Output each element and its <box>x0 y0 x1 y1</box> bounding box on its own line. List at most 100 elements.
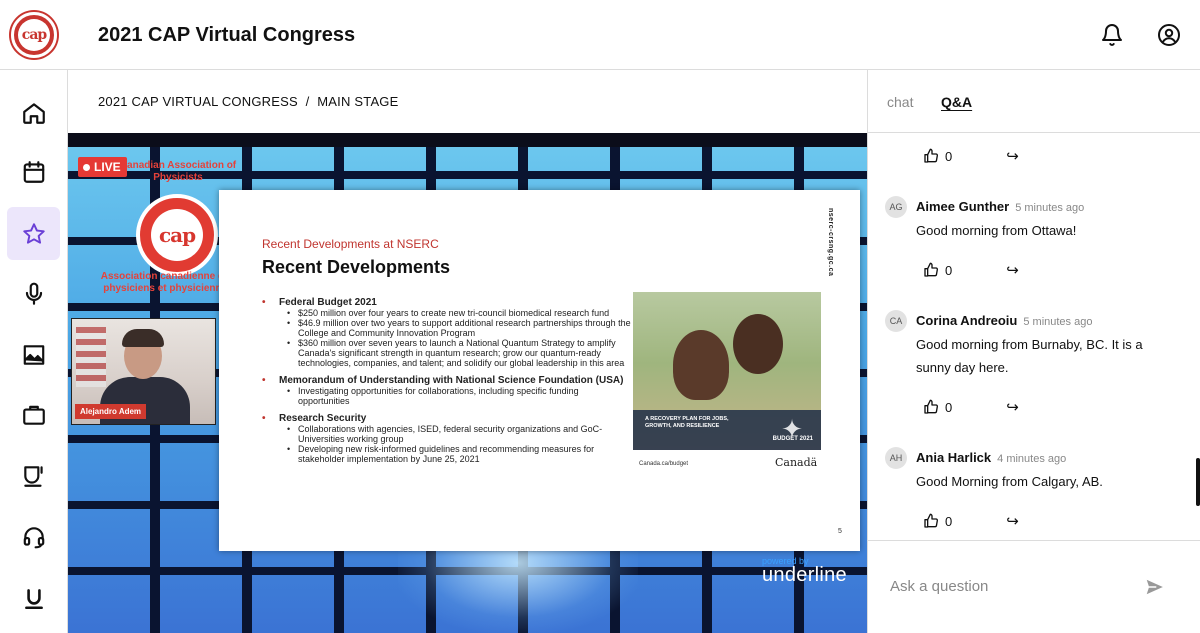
cap-watermark-logo: cap <box>136 194 218 276</box>
top-bar: cap 2021 CAP Virtual Congress <box>0 0 1200 70</box>
tab-qa[interactable]: Q&A <box>941 94 972 110</box>
image-icon <box>23 344 44 365</box>
breadcrumb: 2021 CAP VIRTUAL CONGRESS / MAIN STAGE <box>68 70 867 133</box>
speaker-video: Alejandro Adem <box>71 318 216 425</box>
watermark-bottom-text: Association canadienne des physiciens et… <box>100 271 236 294</box>
star-icon <box>22 222 45 244</box>
photo-child <box>673 330 729 400</box>
like-button[interactable]: 0 <box>923 148 952 164</box>
nav-home[interactable] <box>7 86 60 139</box>
photo-adult <box>733 314 783 374</box>
live-dot-icon <box>83 163 90 171</box>
nav-favorites[interactable] <box>7 207 60 260</box>
nav-exhibitors[interactable] <box>7 388 60 441</box>
reply-arrow-icon[interactable]: ↪ <box>1006 398 1019 416</box>
nav-support[interactable] <box>7 510 60 563</box>
avatar: AG <box>885 196 907 218</box>
panel-tabs: chat Q&A <box>868 70 1200 133</box>
question-text: Good Morning from Calgary, AB. <box>916 474 1103 489</box>
video-player[interactable]: Canadian Association of Physicists cap A… <box>68 133 867 633</box>
thumbs-up-icon <box>924 148 938 163</box>
reply-arrow-icon[interactable]: ↪ <box>1006 512 1019 530</box>
slide-page-number: 5 <box>838 528 842 535</box>
slide-section-heading: Research Security <box>262 414 632 425</box>
underline-logo-icon <box>24 588 43 609</box>
briefcase-icon <box>22 405 45 425</box>
ask-question-input[interactable] <box>890 578 1130 595</box>
feed-scrollbar[interactable] <box>1196 458 1200 506</box>
author-name[interactable]: Ania Harlick <box>916 450 991 465</box>
speaker-name-tag: Alejandro Adem <box>75 404 147 419</box>
question-text: Good morning from Burnaby, BC. It is a s… <box>916 337 1143 375</box>
like-button[interactable]: 0 <box>923 262 952 278</box>
slide-bullet: Developing new risk-informed guidelines … <box>262 444 632 464</box>
nav-underline[interactable] <box>7 571 60 624</box>
slide-bullet: Investigating opportunities for collabor… <box>262 386 632 406</box>
photo-caption: A RECOVERY PLAN FOR JOBS, GROWTH, AND RE… <box>645 416 729 429</box>
thumbs-up-icon <box>924 262 938 277</box>
home-icon <box>22 102 45 124</box>
slide-bullet: Collaborations with agencies, ISED, fede… <box>262 424 632 444</box>
live-badge: LIVE <box>78 157 127 177</box>
qa-panel: chat Q&A 0 ↪ AG Aimee Gunther 5 minutes a… <box>867 70 1200 633</box>
question-time: 5 minutes ago <box>1023 316 1093 328</box>
breadcrumb-event[interactable]: 2021 CAP VIRTUAL CONGRESS <box>98 94 298 109</box>
questions-feed[interactable]: 0 ↪ AG Aimee Gunther 5 minutes ago Good m… <box>868 133 1200 540</box>
question-actions: 0 ↪ <box>923 147 1019 165</box>
nav-lounge[interactable] <box>7 449 60 502</box>
like-button[interactable]: 0 <box>923 513 952 529</box>
bell-icon[interactable] <box>1100 23 1124 47</box>
slide-section-heading: Federal Budget 2021 <box>262 298 632 309</box>
author-name[interactable]: Corina Andreoiu <box>916 313 1017 328</box>
avatar: CA <box>885 310 907 332</box>
like-count: 0 <box>945 262 953 278</box>
ask-question-bar <box>868 540 1200 633</box>
photo-badge: BUDGET 2021 <box>772 436 813 442</box>
slide-title: Recent Developments <box>262 257 451 277</box>
watermark-top-text: Canadian Association of Physicists <box>119 160 237 183</box>
watermark-logo-text: cap <box>151 209 203 261</box>
question-time: 5 minutes ago <box>1015 202 1085 214</box>
thumbs-up-icon <box>924 399 938 414</box>
question-actions: 0 ↪ <box>923 512 1019 530</box>
nav-microphone[interactable] <box>7 267 60 320</box>
like-count: 0 <box>945 399 953 415</box>
like-count: 0 <box>945 513 953 529</box>
question-author: Corina Andreoiu 5 minutes ago <box>916 313 1092 328</box>
left-nav <box>0 70 68 633</box>
speaker-hair <box>122 329 164 347</box>
user-circle-icon[interactable] <box>1157 23 1181 47</box>
slide-section-heading: Memorandum of Understanding with Nationa… <box>262 376 632 387</box>
app-title: 2021 CAP Virtual Congress <box>98 24 356 46</box>
like-button[interactable]: 0 <box>923 399 952 415</box>
cap-logo[interactable]: cap <box>11 12 57 58</box>
question-author: Aimee Gunther 5 minutes ago <box>916 199 1084 214</box>
breadcrumb-separator: / <box>305 94 310 109</box>
coffee-cup-icon <box>23 465 43 487</box>
nav-calendar[interactable] <box>7 145 60 198</box>
question-actions: 0 ↪ <box>923 398 1019 416</box>
microphone-icon <box>25 282 42 305</box>
reply-arrow-icon[interactable]: ↪ <box>1006 261 1019 279</box>
underline-brand: underline <box>762 564 847 586</box>
presentation-slide: Recent Developments at NSERC Recent Deve… <box>219 190 860 551</box>
question-text: Good morning from Ottawa! <box>916 223 1077 238</box>
logo-text: cap <box>18 19 50 51</box>
slide-bullet: $360 million over seven years to launch … <box>262 338 632 368</box>
slide-side-url: nserc-crsng.gc.ca <box>827 208 834 277</box>
thumbs-up-icon <box>924 513 938 528</box>
reply-arrow-icon[interactable]: ↪ <box>1006 147 1019 165</box>
headset-icon <box>23 526 44 548</box>
send-icon[interactable] <box>1143 575 1167 599</box>
question-time: 4 minutes ago <box>997 453 1067 465</box>
calendar-icon <box>23 160 44 183</box>
question-actions: 0 ↪ <box>923 261 1019 279</box>
author-name[interactable]: Aimee Gunther <box>916 199 1009 214</box>
question-author: Ania Harlick 4 minutes ago <box>916 450 1066 465</box>
slide-photo-url: Canada.ca/budget <box>639 461 689 467</box>
photo-caption-band: A RECOVERY PLAN FOR JOBS, GROWTH, AND RE… <box>633 410 821 450</box>
background-posters <box>76 327 106 387</box>
slide-subtitle: Recent Developments at NSERC <box>262 237 439 251</box>
tab-chat[interactable]: chat <box>887 94 913 110</box>
nav-gallery[interactable] <box>7 328 60 381</box>
